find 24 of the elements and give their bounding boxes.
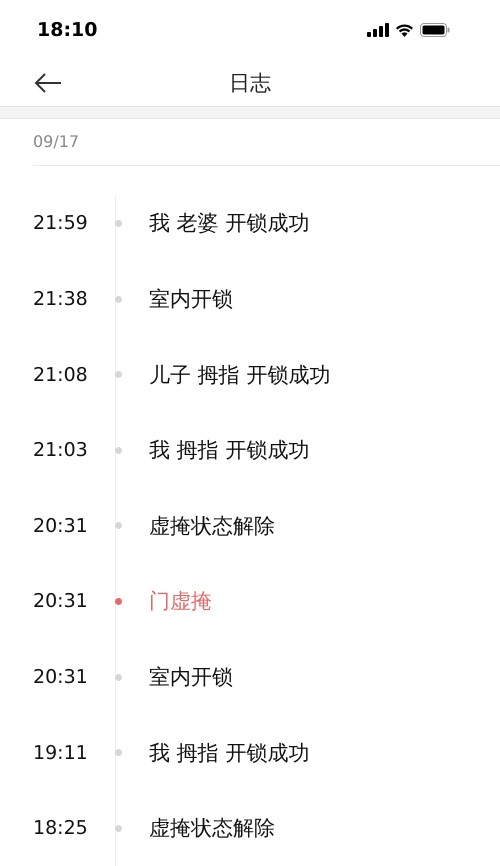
log-time: 20:31: [33, 666, 89, 688]
log-text: 虚掩状态解除: [149, 815, 275, 842]
log-text: 门虚掩: [149, 588, 212, 616]
log-text: 儿子 拇指 开锁成功: [149, 362, 330, 389]
page-title: 日志: [229, 70, 271, 97]
wifi-icon: [395, 22, 414, 37]
log-text: 室内开锁: [149, 286, 233, 314]
log-text: 虚掩状态解除: [149, 512, 275, 540]
log-time: 18:25: [33, 817, 89, 840]
battery-icon: [420, 22, 450, 37]
log-text: 室内开锁: [149, 664, 233, 691]
log-text: 我 老婆 开锁成功: [149, 210, 310, 238]
log-time: 21:38: [33, 288, 89, 310]
signal-icon: [367, 22, 389, 37]
log-time: 21:08: [33, 364, 89, 386]
log-time: 20:31: [33, 590, 89, 612]
log-time: 21:59: [33, 212, 89, 234]
log-text: 我 拇指 开锁成功: [149, 437, 310, 464]
date-header: 09/17: [33, 132, 80, 152]
log-time: 19:11: [33, 742, 89, 764]
log-time: 21:03: [33, 439, 89, 462]
log-text: 我 拇指 开锁成功: [149, 740, 310, 767]
log-time: 20:31: [33, 514, 89, 537]
status-time: 18:10: [37, 18, 98, 41]
